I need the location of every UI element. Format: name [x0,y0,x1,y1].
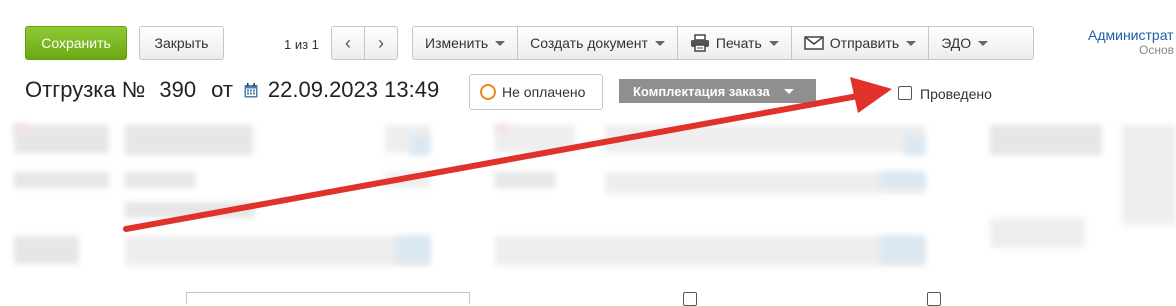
send-menu-button[interactable]: Отправить [792,27,930,59]
bottom-checkbox-1[interactable] [683,292,697,306]
caret-down-icon [768,40,779,46]
document-date-prefix: от [211,77,233,102]
action-toolbar: Изменить Создать документ Печать Отправи… [412,26,1034,60]
create-document-menu-button[interactable]: Создать документ [518,27,678,59]
caret-down-icon [654,40,665,46]
payment-status-button[interactable]: Не оплачено [469,74,603,110]
payment-status-label: Не оплачено [502,84,586,100]
bottom-input-field[interactable] [186,292,470,304]
calendar-icon[interactable] [244,82,258,98]
posted-checkbox[interactable] [898,86,912,100]
close-button[interactable]: Закрыть [139,26,224,60]
caret-down-icon [495,40,506,46]
send-menu-label: Отправить [829,35,900,51]
user-subtitle: Основ [1139,43,1175,57]
caret-down-icon [978,40,989,46]
edo-menu-label: ЭДО [941,35,972,51]
printer-icon [690,34,709,52]
edo-menu-button[interactable]: ЭДО [929,27,1000,59]
bottom-checkbox-2[interactable] [927,292,941,306]
payment-status-ring-icon [480,84,496,100]
envelope-icon [804,36,824,50]
document-title-prefix: Отгрузка № [25,77,146,102]
pager-text: 1 из 1 [284,37,319,52]
next-button[interactable]: › [364,26,398,60]
order-status-label: Комплектация заказа [633,83,770,99]
edit-menu-label: Изменить [425,35,489,51]
print-menu-label: Печать [715,35,762,51]
user-name-link[interactable]: Администрат [1088,27,1174,43]
order-status-dropdown[interactable]: Комплектация заказа [619,79,816,103]
create-document-menu-label: Создать документ [530,35,648,51]
chevron-left-icon: ‹ [345,32,351,53]
document-title: Отгрузка № 390 от 22.09.2023 13:49 [25,77,439,103]
edit-menu-button[interactable]: Изменить [413,27,519,59]
posted-label: Проведено [920,86,992,102]
print-menu-button[interactable]: Печать [678,27,792,59]
chevron-right-icon: › [378,32,384,53]
save-button[interactable]: Сохранить [25,26,127,60]
previous-button[interactable]: ‹ [331,26,365,60]
document-number[interactable]: 390 [159,77,196,103]
caret-down-icon [783,88,794,94]
document-datetime[interactable]: 22.09.2023 13:49 [268,77,439,103]
caret-down-icon [906,40,917,46]
